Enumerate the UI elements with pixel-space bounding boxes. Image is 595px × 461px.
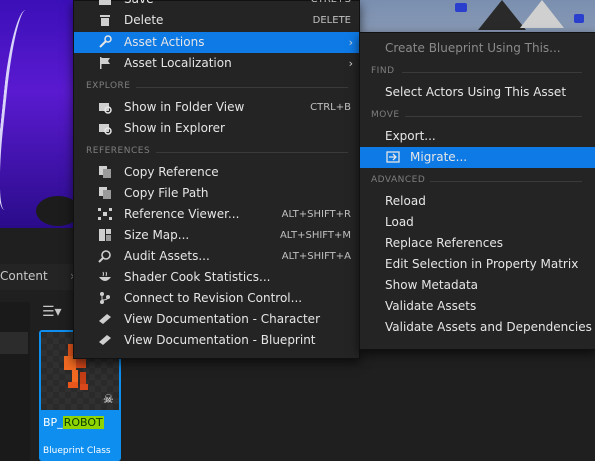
menu-item-show-in-explorer[interactable]: Show in Explorer: [74, 118, 359, 139]
character-skull-icon: ☠: [103, 392, 114, 406]
section-divider: [402, 72, 582, 73]
asset-context-menu: Save CTRL+S Delete DELETE Asset Actions …: [73, 0, 360, 359]
submenu-arrow-icon: ›: [348, 57, 353, 70]
viewport-light-cone: [520, 0, 564, 28]
sources-panel: [0, 302, 30, 461]
asset-name: BP_ROBOT: [43, 416, 104, 429]
menu-item-audit-assets[interactable]: Audit Assets... ALT+SHIFT+A: [74, 246, 359, 267]
submenu-item-migrate[interactable]: Migrate...: [360, 147, 595, 168]
section-header-references: REFERENCES: [86, 146, 151, 156]
grid-icon: [99, 229, 111, 241]
section-header-advanced: ADVANCED: [371, 175, 426, 185]
magnifier-icon: [98, 250, 111, 263]
section-header-explore: EXPLORE: [86, 81, 131, 91]
submenu-item-export[interactable]: Export...: [360, 126, 595, 147]
book-icon: [99, 314, 111, 324]
menu-item-copy-file-path[interactable]: Copy File Path: [74, 183, 359, 204]
submenu-item-select-actors[interactable]: Select Actors Using This Asset: [360, 82, 595, 103]
asset-actions-submenu: Create Blueprint Using This... FIND Sele…: [359, 32, 595, 350]
content-tab-label[interactable]: Content: [0, 269, 48, 283]
section-divider: [156, 152, 348, 153]
submenu-item-replace-references[interactable]: Replace References: [360, 233, 595, 254]
asset-name-search-highlight: ROBOT: [62, 416, 104, 429]
save-icon: [99, 0, 111, 5]
menu-item-view-docs-blueprint[interactable]: View Documentation - Blueprint: [74, 330, 359, 351]
submenu-item-validate-dependencies[interactable]: Validate Assets and Dependencies: [360, 317, 595, 338]
menu-item-copy-reference[interactable]: Copy Reference: [74, 162, 359, 183]
viewport-blue-object-2: [574, 14, 584, 23]
trash-icon: [100, 15, 110, 26]
menu-item-view-docs-character[interactable]: View Documentation - Character: [74, 309, 359, 330]
section-divider: [405, 116, 582, 117]
copy-icon: [99, 166, 111, 178]
section-divider: [136, 87, 348, 88]
submenu-item-create-blueprint[interactable]: Create Blueprint Using This...: [360, 38, 595, 59]
menu-item-reference-viewer[interactable]: Reference Viewer... ALT+SHIFT+R: [74, 204, 359, 225]
menu-item-save[interactable]: Save CTRL+S: [74, 0, 359, 10]
wrench-icon: [99, 35, 112, 48]
viewport-blue-object: [455, 3, 467, 12]
folder-search-icon: [99, 124, 112, 135]
branch-icon: [100, 292, 110, 304]
menu-item-size-map[interactable]: Size Map... ALT+SHIFT+M: [74, 225, 359, 246]
graph-icon: [98, 208, 112, 220]
filter-icon[interactable]: ☰▾: [42, 304, 62, 320]
flag-icon: [100, 57, 110, 69]
menu-item-connect-revision-control[interactable]: Connect to Revision Control...: [74, 288, 359, 309]
book-icon: [99, 335, 111, 345]
folder-search-icon: [99, 103, 112, 114]
asset-type: Blueprint Class: [43, 446, 111, 456]
menu-item-shader-cook-statistics[interactable]: Shader Cook Statistics...: [74, 267, 359, 288]
viewport-dark-cone: [478, 0, 526, 30]
section-header-move: MOVE: [371, 110, 400, 120]
submenu-item-edit-property-matrix[interactable]: Edit Selection in Property Matrix: [360, 254, 595, 275]
submenu-item-reload[interactable]: Reload: [360, 191, 595, 212]
menu-item-asset-localization[interactable]: Asset Localization ›: [74, 53, 359, 74]
migrate-icon: [386, 151, 400, 163]
bowl-icon: [99, 271, 111, 281]
copy-icon: [99, 187, 111, 199]
submenu-item-validate-assets[interactable]: Validate Assets: [360, 296, 595, 317]
submenu-item-load[interactable]: Load: [360, 212, 595, 233]
submenu-arrow-icon: ›: [348, 36, 353, 49]
section-divider: [430, 181, 582, 182]
section-header-find: FIND: [371, 66, 395, 76]
menu-item-show-in-folder-view[interactable]: Show in Folder View CTRL+B: [74, 97, 359, 118]
menu-item-delete[interactable]: Delete DELETE: [74, 10, 359, 31]
sources-panel-row[interactable]: [0, 332, 28, 354]
submenu-item-show-metadata[interactable]: Show Metadata: [360, 275, 595, 296]
menu-item-asset-actions[interactable]: Asset Actions ›: [74, 32, 359, 53]
